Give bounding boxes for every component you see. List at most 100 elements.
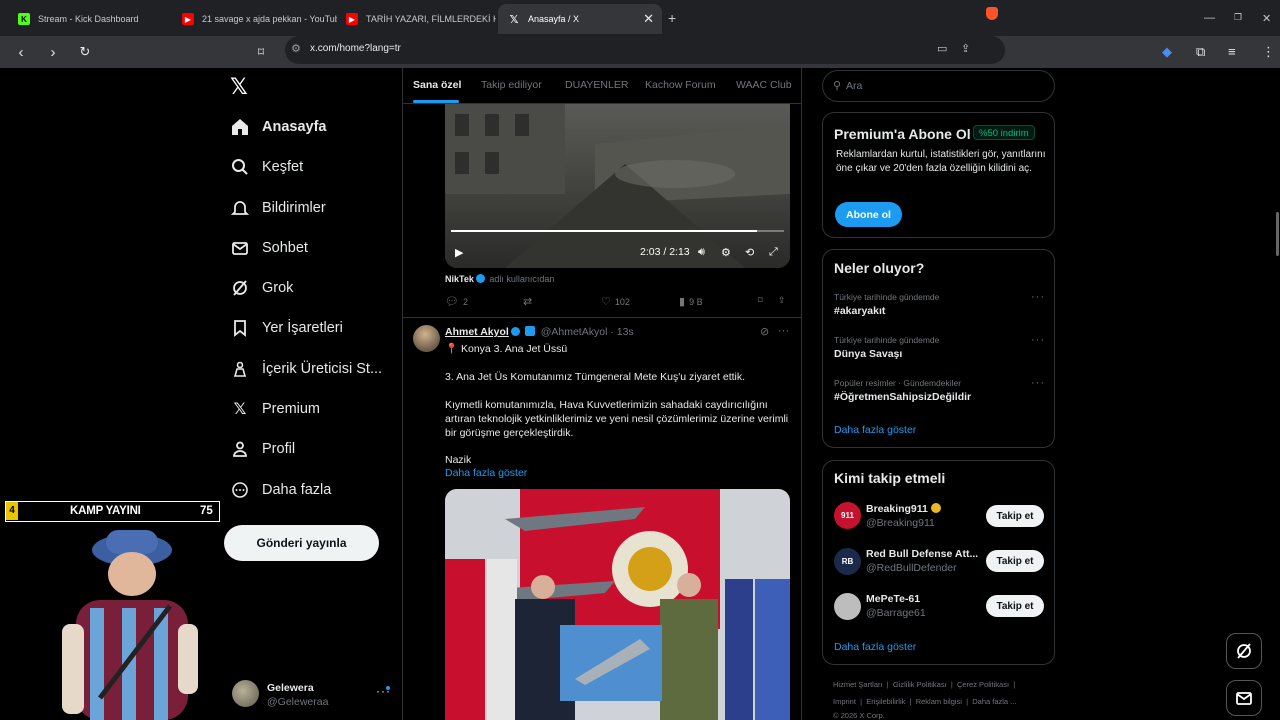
tab-kachow-forum[interactable]: Kachow Forum (645, 79, 716, 91)
tweet-time[interactable]: 13s (617, 326, 634, 338)
follow-button[interactable]: Takip et (986, 505, 1044, 527)
playlist-icon[interactable]: ≡ (1228, 44, 1236, 59)
show-more-link[interactable]: Daha fazla göster (834, 641, 916, 653)
sidebar-item-grok[interactable]: Grok (228, 271, 293, 305)
sidebar-item-bookmarks[interactable]: Yer İşaretleri (228, 311, 343, 345)
footer-link[interactable]: Erişilebilirlik (866, 697, 905, 706)
sidebar-item-notifications[interactable]: Bildirimler (228, 191, 326, 225)
tab-duayenler[interactable]: DUAYENLER (565, 79, 628, 91)
browser-tab-x[interactable]: 𝕏 Anasayfa / X ✕ (498, 4, 662, 34)
new-tab-icon[interactable]: + (668, 10, 676, 26)
search-input[interactable]: ⚲ Ara (822, 70, 1055, 102)
sidebar-item-explore[interactable]: Keşfet (228, 150, 303, 184)
address-bar[interactable]: ⚙ x.com/home?lang=tr ▭ ⇪ (285, 36, 1005, 64)
reload-icon[interactable]: ↻ (74, 41, 96, 63)
views-button[interactable]: ▮ 9 B (679, 295, 703, 308)
repost-button[interactable]: ⇄ (523, 295, 536, 308)
close-icon[interactable]: ✕ (643, 11, 654, 27)
back-icon[interactable]: ‹ (10, 41, 32, 63)
more-icon[interactable]: ··· (1031, 291, 1045, 303)
footer-link[interactable]: Reklam bilgisi (916, 697, 962, 706)
footer-link[interactable]: Çerez Politikası (957, 680, 1009, 689)
tab-following[interactable]: Takip ediliyor (481, 79, 542, 91)
play-icon[interactable]: ▶ (455, 246, 463, 259)
premium-description: Reklamlardan kurtul, istatistikleri gör,… (836, 149, 1046, 174)
follow-button[interactable]: Takip et (986, 550, 1044, 572)
browser-tab-kick[interactable]: K Stream - Kick Dashboard (8, 6, 168, 32)
tweet-author-name[interactable]: Ahmet Akyol (445, 326, 509, 338)
source-name[interactable]: NikTek (445, 274, 474, 284)
avatar[interactable]: RB (834, 548, 861, 575)
browser-tab-youtube-1[interactable]: ▶ 21 savage x ajda pekkan - YouTube (172, 6, 337, 32)
trend-item[interactable]: #ÖğretmenSahipsizDeğildir (834, 391, 971, 403)
browser-tab-youtube-2[interactable]: ▶ TARİH YAZARI, FİLMLERDEKİ HİTLER (336, 6, 496, 32)
bookmark-icon[interactable]: ⌑ (758, 295, 763, 306)
tweet-video[interactable] (445, 104, 790, 268)
volume-icon[interactable]: 🔊︎ (698, 246, 705, 259)
follow-suggestion-handle[interactable]: @Breaking911 (866, 517, 935, 529)
replay-icon[interactable]: ⟲ (745, 246, 754, 259)
minimize-icon[interactable]: — (1204, 12, 1215, 24)
like-button[interactable]: ♡ 102 (601, 295, 630, 308)
x-logo-icon[interactable]: 𝕏 (230, 74, 248, 100)
more-icon[interactable]: ··· (1031, 377, 1045, 389)
avatar[interactable]: 911 (834, 502, 861, 529)
follow-suggestion-handle[interactable]: @RedBullDefender (866, 562, 957, 574)
site-settings-icon[interactable]: ⚙ (291, 42, 301, 55)
sidebar-item-more[interactable]: Daha fazla (228, 473, 331, 507)
follow-suggestion-handle[interactable]: @Barrage61 (866, 607, 926, 619)
show-more-link[interactable]: Daha fazla göster (834, 424, 916, 436)
post-button[interactable]: Gönderi yayınla (224, 525, 379, 561)
url-text[interactable]: x.com/home?lang=tr (310, 43, 401, 54)
sidebar-item-creator-studio[interactable]: İçerik Üreticisi St... (228, 352, 382, 386)
grok-icon[interactable]: ⊘ (760, 325, 769, 338)
sidebar-item-chat[interactable]: Sohbet (228, 231, 308, 265)
tweet-image[interactable] (445, 489, 790, 720)
person-icon (228, 437, 252, 461)
follow-suggestion-name[interactable]: Breaking911 (866, 503, 941, 515)
footer-link[interactable]: Daha fazla ... (972, 697, 1016, 706)
kebab-menu-icon[interactable]: ⋮ (1262, 44, 1275, 60)
fullscreen-icon[interactable]: ⤢ (769, 246, 778, 259)
puzzle-icon[interactable]: ⧉ (1196, 44, 1205, 60)
premium-title: Premium'a Abone Ol (834, 126, 971, 142)
more-icon[interactable]: ··· (1031, 334, 1045, 346)
sidebar-item-label: Keşfet (262, 159, 304, 175)
sidebar-item-premium[interactable]: 𝕏 Premium (228, 392, 320, 426)
grok-float-button[interactable] (1226, 633, 1262, 669)
restore-icon[interactable]: ❐ (1234, 12, 1242, 23)
sidebar-item-home[interactable]: Anasayfa (228, 110, 326, 144)
trend-item[interactable]: #akaryakıt (834, 305, 885, 317)
tweet-author-handle[interactable]: @AhmetAkyol (541, 326, 608, 338)
forward-icon[interactable]: › (42, 41, 64, 63)
reply-button[interactable]: 💬︎ 2 (445, 295, 468, 308)
footer-link[interactable]: Imprint (833, 697, 856, 706)
settings-icon[interactable]: ⚙ (721, 246, 731, 259)
follow-suggestion-name[interactable]: Red Bull Defense Att... (866, 548, 978, 560)
bookmark-page-icon[interactable]: ⌑ (250, 41, 272, 63)
footer-link[interactable]: Hizmet Şartları (833, 680, 883, 689)
page-scrollbar[interactable] (1276, 212, 1279, 256)
sidebar-item-profile[interactable]: Profil (228, 432, 295, 466)
more-icon[interactable]: ··· (778, 325, 789, 337)
window-close-icon[interactable]: ✕ (1262, 12, 1271, 25)
tab-for-you[interactable]: Sana özel (413, 79, 461, 91)
video-source[interactable]: NikTek adlı kullanıcıdan (445, 274, 554, 284)
trend-item[interactable]: Dünya Savaşı (834, 348, 902, 360)
follow-suggestion-name[interactable]: MePeTe-61 (866, 593, 920, 605)
subscribe-button[interactable]: Abone ol (835, 202, 902, 227)
account-switcher[interactable]: Gelewera @Geleweraa ··· (232, 680, 392, 710)
extension-icon[interactable]: ◆ (1162, 44, 1172, 60)
tab-waac-club[interactable]: WAAC Club (736, 79, 792, 91)
brave-shield-icon[interactable] (986, 7, 998, 20)
footer-link[interactable]: Gizlilik Politikası (893, 680, 947, 689)
share-icon[interactable]: ⇪ (778, 295, 786, 306)
avatar[interactable] (413, 325, 440, 352)
share-icon[interactable]: ⇪ (961, 42, 970, 55)
cast-icon[interactable]: ▭ (937, 42, 947, 55)
avatar[interactable] (834, 593, 861, 620)
follow-button[interactable]: Takip et (986, 595, 1044, 617)
show-more-link[interactable]: Daha fazla göster (445, 467, 527, 479)
who-to-follow-card: Kimi takip etmeli 911 Breaking911 @Break… (822, 460, 1055, 665)
messages-float-button[interactable] (1226, 680, 1262, 716)
